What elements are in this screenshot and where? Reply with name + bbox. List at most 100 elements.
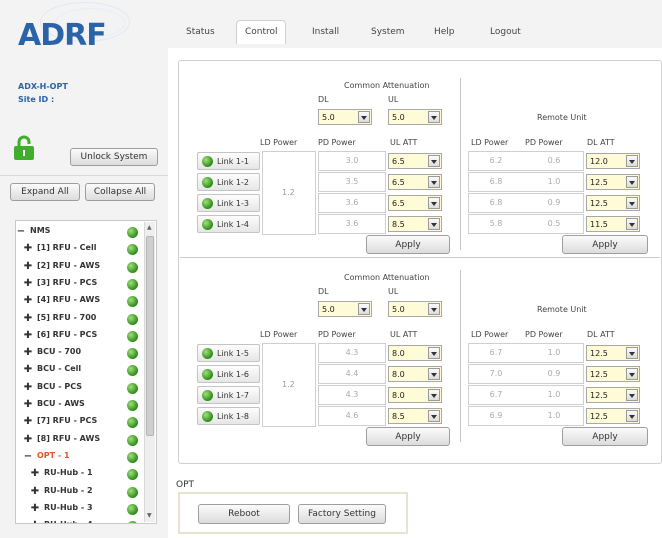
tree-node[interactable]: ✚ BCU - 700 xyxy=(16,345,144,361)
expand-icon[interactable]: ✚ xyxy=(23,277,33,290)
chevron-down-icon[interactable] xyxy=(358,111,370,123)
tree-node[interactable]: − OPT - 1 xyxy=(16,449,144,465)
chevron-down-icon[interactable] xyxy=(428,389,440,401)
chevron-down-icon[interactable] xyxy=(626,368,638,380)
chevron-down-icon[interactable] xyxy=(626,155,638,167)
ul-att-select[interactable]: 6.5 xyxy=(388,174,442,190)
chevron-down-icon[interactable] xyxy=(626,176,638,188)
unlock-system-button[interactable]: Unlock System xyxy=(70,148,158,166)
tab-status[interactable]: Status xyxy=(186,27,215,37)
tab-control[interactable]: Control xyxy=(245,27,278,37)
chevron-down-icon[interactable] xyxy=(626,410,638,422)
expand-icon[interactable]: ✚ xyxy=(23,381,33,394)
chevron-down-icon[interactable] xyxy=(428,410,440,422)
link-status-button[interactable]: Link 1-7 xyxy=(197,386,260,404)
chevron-down-icon[interactable] xyxy=(626,347,638,359)
common-ul-select[interactable]: 5.0 xyxy=(388,301,442,317)
expand-icon[interactable]: ✚ xyxy=(30,485,40,498)
scroll-down-icon[interactable]: ▼ xyxy=(147,512,152,519)
link-status-button[interactable]: Link 1-8 xyxy=(197,407,260,425)
tree-node[interactable]: ✚ BCU - AWS xyxy=(16,397,144,413)
chevron-down-icon[interactable] xyxy=(428,368,440,380)
ul-att-select[interactable]: 6.5 xyxy=(388,195,442,211)
chevron-down-icon[interactable] xyxy=(428,111,440,123)
collapse-icon[interactable]: − xyxy=(16,225,26,238)
scroll-thumb[interactable] xyxy=(146,236,154,436)
tab-system[interactable]: System xyxy=(371,27,405,37)
dl-att-select[interactable]: 12.5 xyxy=(586,387,640,403)
expand-icon[interactable]: ✚ xyxy=(23,346,33,359)
link-status-button[interactable]: Link 1-6 xyxy=(197,365,260,383)
expand-icon[interactable]: ✚ xyxy=(23,415,33,428)
tree-node[interactable]: − NMS xyxy=(16,224,144,240)
dl-att-select[interactable]: 12.5 xyxy=(586,345,640,361)
tree-node[interactable]: ✚ RU-Hub - 2 xyxy=(16,484,144,500)
chevron-down-icon[interactable] xyxy=(626,218,638,230)
expand-all-button[interactable]: Expand All xyxy=(10,183,80,201)
expand-icon[interactable]: ✚ xyxy=(23,242,33,255)
expand-icon[interactable]: ✚ xyxy=(23,260,33,273)
chevron-down-icon[interactable] xyxy=(626,197,638,209)
chevron-down-icon[interactable] xyxy=(428,218,440,230)
ul-att-select[interactable]: 6.5 xyxy=(388,153,442,169)
tab-help[interactable]: Help xyxy=(434,27,455,37)
common-dl-select[interactable]: 5.0 xyxy=(318,301,372,317)
dl-att-select[interactable]: 11.5 xyxy=(586,216,640,232)
ul-att-select[interactable]: 8.5 xyxy=(388,216,442,232)
lock-icon[interactable] xyxy=(13,135,35,161)
link-status-button[interactable]: Link 1-1 xyxy=(197,152,260,170)
chevron-down-icon[interactable] xyxy=(428,197,440,209)
tree-node[interactable]: ✚ [2] RFU - AWS xyxy=(16,259,144,275)
tree-node[interactable]: ✚ [1] RFU - Cell xyxy=(16,241,144,257)
tree-node[interactable]: ✚ [4] RFU - AWS xyxy=(16,293,144,309)
tree-node[interactable]: ✚ RU-Hub - 3 xyxy=(16,501,144,517)
tree-scrollbar[interactable]: ▲ ▼ xyxy=(144,222,155,522)
tree-node[interactable]: ✚ [7] RFU - PCS xyxy=(16,414,144,430)
expand-icon[interactable]: ✚ xyxy=(23,329,33,342)
ul-att-select[interactable]: 8.0 xyxy=(388,387,442,403)
tree-node[interactable]: ✚ BCU - Cell xyxy=(16,362,144,378)
apply-dl-button[interactable]: Apply xyxy=(562,427,648,446)
reboot-button[interactable]: Reboot xyxy=(198,504,290,524)
collapse-all-button[interactable]: Collapse All xyxy=(85,183,155,201)
expand-icon[interactable]: ✚ xyxy=(30,502,40,515)
factory-setting-button[interactable]: Factory Setting xyxy=(298,504,386,524)
chevron-down-icon[interactable] xyxy=(626,389,638,401)
dl-att-select[interactable]: 12.5 xyxy=(586,195,640,211)
dl-att-select[interactable]: 12.5 xyxy=(586,408,640,424)
chevron-down-icon[interactable] xyxy=(428,303,440,315)
link-status-button[interactable]: Link 1-5 xyxy=(197,344,260,362)
expand-icon[interactable]: ✚ xyxy=(23,363,33,376)
tab-install[interactable]: Install xyxy=(312,27,339,37)
ul-att-select[interactable]: 8.0 xyxy=(388,345,442,361)
apply-ul-button[interactable]: Apply xyxy=(366,235,450,254)
expand-icon[interactable]: ✚ xyxy=(23,433,33,446)
chevron-down-icon[interactable] xyxy=(428,155,440,167)
expand-icon[interactable]: ✚ xyxy=(30,519,40,523)
expand-icon[interactable]: ✚ xyxy=(23,294,33,307)
expand-icon[interactable]: ✚ xyxy=(23,312,33,325)
expand-icon[interactable]: ✚ xyxy=(30,467,40,480)
scroll-up-icon[interactable]: ▲ xyxy=(147,224,152,231)
link-status-button[interactable]: Link 1-4 xyxy=(197,215,260,233)
tree-node[interactable]: ✚ RU-Hub - 1 xyxy=(16,466,144,482)
chevron-down-icon[interactable] xyxy=(428,176,440,188)
common-ul-select[interactable]: 5.0 xyxy=(388,109,442,125)
link-status-button[interactable]: Link 1-2 xyxy=(197,173,260,191)
ul-att-select[interactable]: 8.0 xyxy=(388,366,442,382)
dl-att-select[interactable]: 12.0 xyxy=(586,153,640,169)
ul-att-select[interactable]: 8.5 xyxy=(388,408,442,424)
dl-att-select[interactable]: 12.5 xyxy=(586,366,640,382)
chevron-down-icon[interactable] xyxy=(428,347,440,359)
tab-logout[interactable]: Logout xyxy=(490,27,521,37)
link-status-button[interactable]: Link 1-3 xyxy=(197,194,260,212)
apply-dl-button[interactable]: Apply xyxy=(562,235,648,254)
tree-node[interactable]: ✚ [3] RFU - PCS xyxy=(16,276,144,292)
tree-node[interactable]: ✚ [8] RFU - AWS xyxy=(16,432,144,448)
expand-icon[interactable]: ✚ xyxy=(23,398,33,411)
common-dl-select[interactable]: 5.0 xyxy=(318,109,372,125)
tree-node[interactable]: ✚ BCU - PCS xyxy=(16,380,144,396)
dl-att-select[interactable]: 12.5 xyxy=(586,174,640,190)
tree-node[interactable]: ✚ [6] RFU - PCS xyxy=(16,328,144,344)
collapse-icon[interactable]: − xyxy=(23,450,33,463)
